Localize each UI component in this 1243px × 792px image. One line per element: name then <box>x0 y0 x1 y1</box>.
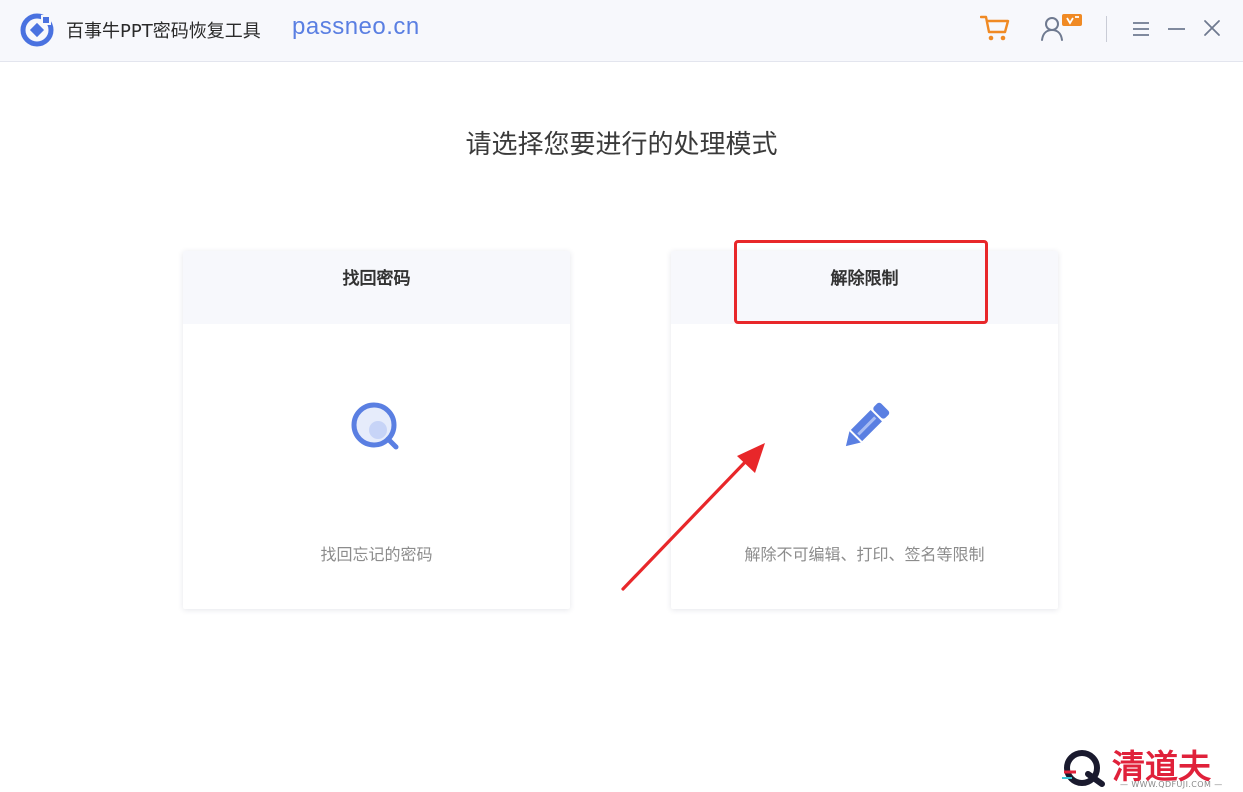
close-icon[interactable] <box>1203 19 1221 37</box>
watermark: 清道夫 — WWW.QDFUJI.COM — <box>1058 740 1234 792</box>
pencil-icon <box>845 402 889 447</box>
minimize-icon[interactable] <box>1168 27 1185 31</box>
watermark-url: — WWW.QDFUJI.COM — <box>1120 780 1223 789</box>
card-description: 解除不可编辑、打印、签名等限制 <box>744 545 985 564</box>
site-url-link[interactable]: passneo.cn <box>292 13 420 41</box>
card-title: 找回密码 <box>183 251 570 324</box>
app-logo-icon <box>20 13 54 47</box>
remove-restrictions-card[interactable]: 解除限制 解除不可编辑、打印、签名等限制 <box>671 251 1058 609</box>
recover-password-card[interactable]: 找回密码 找回忘记的密码 <box>183 251 570 609</box>
title-bar: 百事牛PPT密码恢复工具 passneo.cn <box>0 0 1243 62</box>
card-description: 找回忘记的密码 <box>320 545 433 564</box>
magnifier-icon <box>351 402 398 450</box>
card-title: 解除限制 <box>671 251 1058 324</box>
cart-icon[interactable] <box>980 14 1010 42</box>
app-title: 百事牛PPT密码恢复工具 <box>66 21 261 42</box>
watermark-logo-icon <box>1062 750 1105 787</box>
titlebar-divider <box>1106 16 1107 42</box>
user-vip-icon[interactable] <box>1040 12 1084 44</box>
menu-icon[interactable] <box>1132 21 1150 37</box>
page-heading: 请选择您要进行的处理模式 <box>465 130 778 160</box>
